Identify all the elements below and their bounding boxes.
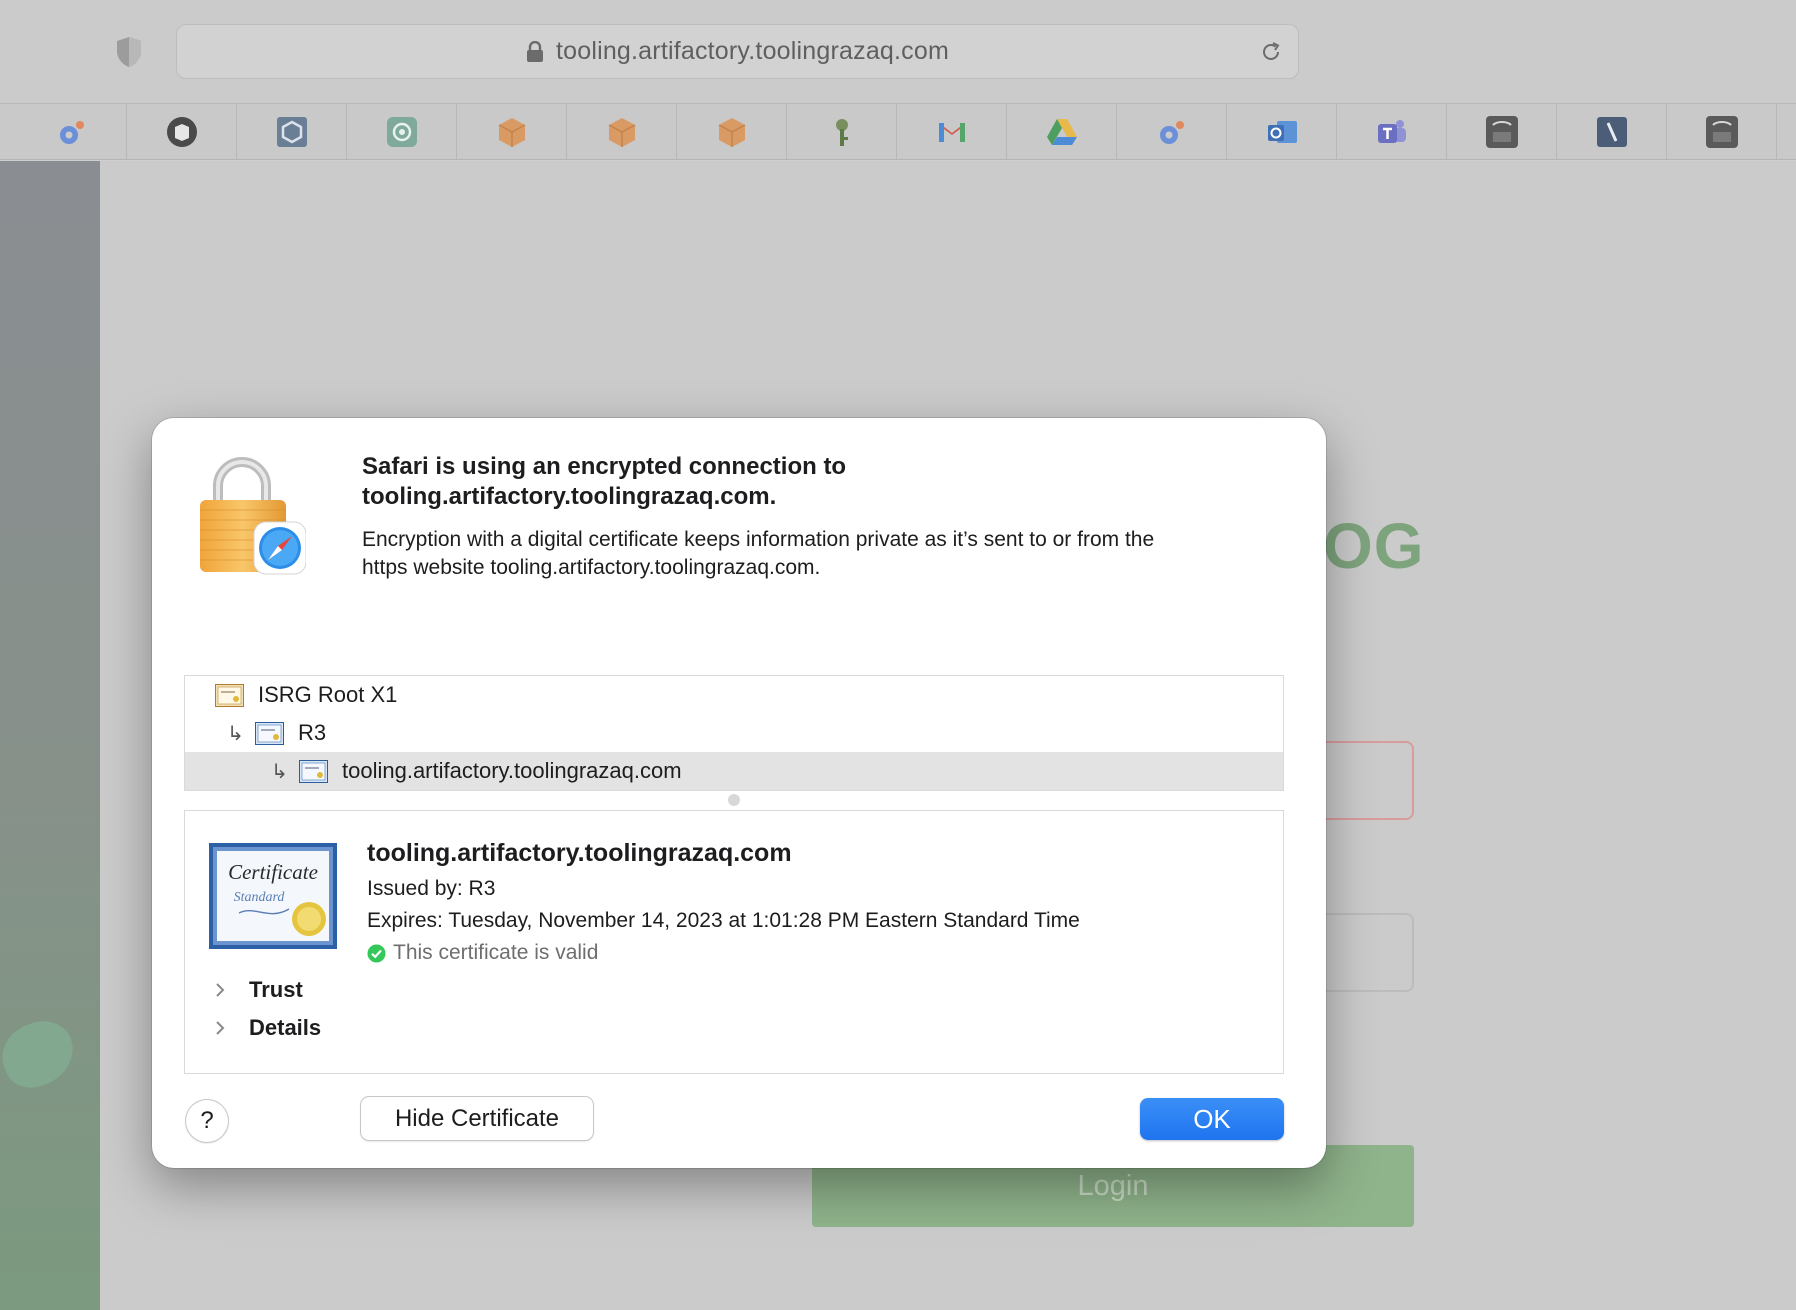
certificate-status-text: This certificate is valid — [393, 941, 599, 964]
padlock-safari-icon — [200, 457, 306, 575]
package-icon — [498, 117, 525, 147]
chevron-right-icon — [216, 1021, 225, 1035]
chain-item-leaf[interactable]: ↳ tooling.artifactory.toolingrazaq.com — [185, 752, 1283, 790]
decorative-blob — [0, 1012, 83, 1096]
jfrog-icon — [1705, 115, 1738, 148]
lock-icon — [526, 40, 543, 62]
privacy-shield-icon[interactable] — [114, 35, 144, 69]
favorite-teams[interactable] — [1337, 104, 1447, 159]
gmail-icon — [938, 122, 965, 142]
swirl-app-icon — [1159, 120, 1184, 144]
package-icon — [718, 117, 745, 147]
certificate-host: tooling.artifactory.toolingrazaq.com — [367, 839, 792, 867]
favorite-jfrog-2[interactable] — [1667, 104, 1777, 159]
address-url: tooling.artifactory.toolingrazaq.com — [555, 37, 950, 65]
jfrog-icon — [1485, 115, 1518, 148]
favorite-key[interactable] — [787, 104, 897, 159]
hide-certificate-button[interactable]: Hide Certificate — [361, 1097, 593, 1140]
ok-button[interactable]: OK — [1140, 1098, 1284, 1140]
teams-icon — [1377, 119, 1406, 143]
favorite-openai[interactable] — [347, 104, 457, 159]
key-icon — [835, 118, 848, 146]
openai-icon — [386, 116, 417, 147]
certificate-status: This certificate is valid — [367, 941, 598, 965]
favorite-hexagon[interactable] — [237, 104, 347, 159]
favorite-package-3[interactable] — [677, 104, 787, 159]
favorite-gmail[interactable] — [897, 104, 1007, 159]
details-label: Details — [249, 1015, 322, 1040]
help-button[interactable]: ? — [186, 1100, 228, 1142]
hexagon-icon — [276, 116, 307, 147]
certificate-icon — [299, 759, 328, 783]
favorite-book-circle[interactable] — [127, 104, 237, 159]
chain-indent-arrow-icon: ↳ — [271, 759, 288, 783]
dialog-description-line-1: Encryption with a digital certificate ke… — [362, 528, 1155, 551]
certificate-icon — [255, 721, 284, 745]
certificate-root-icon — [215, 683, 244, 707]
google-drive-icon — [1046, 118, 1077, 145]
package-icon — [608, 117, 635, 147]
certificate-dialog: Safari is using an encrypted connection … — [152, 418, 1326, 1168]
chain-item-label: R3 — [298, 720, 327, 745]
favorite-swirl-app[interactable] — [17, 104, 127, 159]
favorite-package-1[interactable] — [457, 104, 567, 159]
chevron-right-icon — [216, 983, 225, 997]
certificate-issuer: Issued by: R3 — [367, 877, 496, 900]
favorite-package-2[interactable] — [567, 104, 677, 159]
address-bar[interactable]: tooling.artifactory.toolingrazaq.com — [176, 24, 1299, 79]
dialog-title: Safari is using an encrypted connection … — [362, 452, 1262, 512]
split-view-handle[interactable] — [728, 794, 740, 806]
favorite-google-drive[interactable] — [1007, 104, 1117, 159]
dialog-description: Encryption with a digital certificate ke… — [362, 526, 1282, 582]
dialog-title-line-1: Safari is using an encrypted connection … — [362, 453, 847, 480]
certificate-expiry: Expires: Tuesday, November 14, 2023 at 1… — [367, 909, 1080, 932]
browser-toolbar: tooling.artifactory.toolingrazaq.com — [0, 0, 1796, 104]
slash-app-icon — [1596, 116, 1627, 147]
certificate-chain-list: ISRG Root X1 ↳ R3 ↳ tooling.artifactory.… — [184, 675, 1284, 791]
outlook-icon — [1267, 120, 1297, 143]
favorite-swirl-app-2[interactable] — [1117, 104, 1227, 159]
chain-item-root[interactable]: ISRG Root X1 — [185, 676, 1283, 714]
certificate-image-subtitle: Standard — [234, 890, 286, 905]
dialog-title-line-2: tooling.artifactory.toolingrazaq.com. — [362, 483, 777, 510]
certificate-details-panel: Certificate Standard tooling.artifactory… — [184, 810, 1284, 1074]
swirl-app-icon — [59, 120, 84, 144]
details-disclosure[interactable]: Details — [213, 1015, 321, 1041]
check-circle-icon — [367, 944, 386, 962]
chain-item-intermediate[interactable]: ↳ R3 — [185, 714, 1283, 752]
page-logo: OG — [1323, 510, 1425, 582]
favorite-slash-app[interactable] — [1557, 104, 1667, 159]
dialog-description-line-2: https website tooling.artifactory.toolin… — [362, 556, 821, 579]
chain-item-label: tooling.artifactory.toolingrazaq.com — [342, 758, 682, 783]
trust-disclosure[interactable]: Trust — [213, 977, 303, 1003]
favorite-jfrog-1[interactable] — [1447, 104, 1557, 159]
page-side-panel — [0, 161, 100, 1310]
certificate-image-title: Certificate — [228, 860, 318, 884]
certificate-standard-icon: Certificate Standard — [209, 843, 337, 949]
chain-indent-arrow-icon: ↳ — [227, 721, 244, 745]
chain-item-label: ISRG Root X1 — [258, 682, 398, 707]
reload-icon[interactable] — [1258, 39, 1284, 65]
favorite-outlook[interactable] — [1227, 104, 1337, 159]
favorites-bar — [0, 104, 1796, 160]
book-circle-icon — [166, 116, 197, 147]
trust-label: Trust — [249, 977, 303, 1002]
